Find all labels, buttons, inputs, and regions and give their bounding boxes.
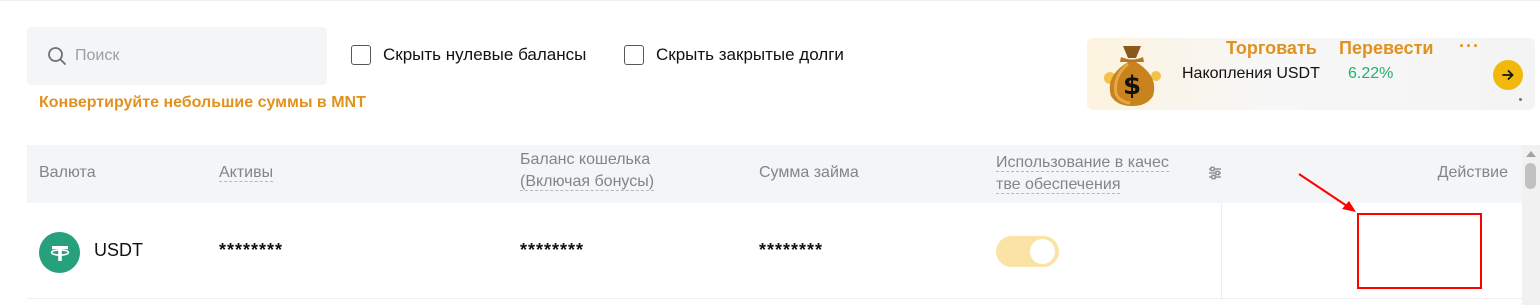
header-assets[interactable]: Активы (219, 162, 274, 184)
hide-closed-debts-label: Скрыть закрытые долги (656, 45, 844, 64)
toggle-knob (1030, 239, 1055, 264)
hide-zero-balances-checkbox[interactable]: Скрыть нулевые балансы (351, 45, 586, 65)
header-collateral-line1: Использование в качес (996, 154, 1169, 172)
header-assets-label: Активы (219, 164, 274, 182)
promo-rate: 6.22% (1348, 65, 1394, 82)
collateral-toggle[interactable] (996, 236, 1059, 267)
hide-closed-debts-checkbox[interactable]: Скрыть закрытые долги (624, 45, 844, 65)
loan-amount-value: ******** (759, 240, 824, 260)
currency-name: USDT (94, 240, 143, 260)
svg-text:$: $ (1123, 71, 1141, 101)
transfer-link[interactable]: Перевести (1339, 38, 1433, 59)
checkbox-box[interactable] (351, 45, 371, 65)
money-bag-icon: $ (1104, 46, 1161, 106)
hide-zero-balances-label: Скрыть нулевые балансы (383, 45, 587, 64)
trade-link[interactable]: Торговать (1226, 38, 1317, 59)
promo-title: Накопления USDT (1182, 65, 1320, 82)
carousel-dot[interactable] (1519, 98, 1522, 101)
search-icon (48, 47, 66, 65)
search-box[interactable] (27, 27, 327, 85)
scroll-up-icon[interactable] (1526, 151, 1536, 157)
more-actions-icon[interactable]: ··· (1459, 36, 1480, 57)
header-wallet-balance[interactable]: Баланс кошелька (Включая бонусы) (520, 149, 655, 193)
header-action: Действие (1437, 164, 1508, 181)
wallet-balance-value: ******** (520, 240, 585, 260)
assets-value: ******** (219, 240, 284, 260)
convert-small-amounts-link[interactable]: Конвертируйте небольшие суммы в MNT (39, 94, 366, 112)
highlight-box (1357, 213, 1482, 289)
header-collateral-line2: тве обеспечения (996, 176, 1121, 194)
header-wallet-balance-line2: (Включая бонусы) (520, 173, 655, 191)
vertical-scrollbar[interactable] (1522, 145, 1540, 305)
checkbox-box[interactable] (624, 45, 644, 65)
scrollbar-thumb[interactable] (1525, 163, 1536, 189)
header-currency: Валюта (39, 164, 96, 181)
tether-icon (39, 232, 80, 273)
header-wallet-balance-line1: Баланс кошелька (520, 151, 651, 168)
annotation-arrow-icon (1298, 173, 1356, 212)
search-input[interactable] (75, 47, 315, 65)
action-column-divider (1221, 203, 1222, 299)
header-loan-amount: Сумма займа (759, 164, 859, 181)
arrow-right-icon (1502, 70, 1514, 80)
column-settings-icon[interactable] (1207, 165, 1223, 181)
top-divider (0, 0, 1540, 1)
promo-arrow-button[interactable] (1493, 60, 1523, 90)
header-collateral[interactable]: Использование в качес тве обеспечения (996, 152, 1169, 196)
